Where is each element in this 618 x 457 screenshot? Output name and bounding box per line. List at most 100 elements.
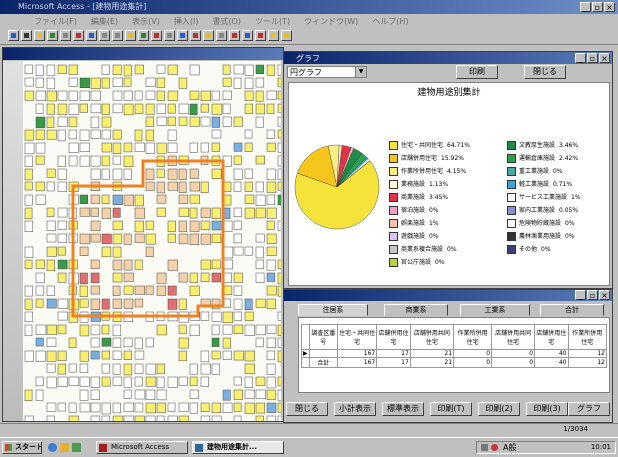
building[interactable] [145, 90, 156, 100]
building[interactable] [255, 90, 264, 102]
building[interactable] [145, 77, 156, 87]
building[interactable] [266, 259, 276, 271]
building[interactable] [211, 402, 221, 414]
building[interactable] [134, 363, 144, 374]
building[interactable] [211, 337, 220, 347]
building[interactable] [35, 129, 45, 140]
building[interactable] [57, 129, 66, 142]
building[interactable] [145, 363, 156, 375]
building[interactable] [211, 259, 221, 270]
building[interactable] [277, 181, 281, 191]
building[interactable] [277, 90, 281, 100]
building[interactable] [123, 77, 132, 87]
table-maximize-button[interactable]: ▫ [587, 290, 598, 300]
building[interactable] [134, 64, 144, 75]
building[interactable] [57, 246, 66, 256]
chart-maximize-button[interactable]: ▫ [587, 53, 598, 63]
building[interactable] [277, 337, 281, 349]
building[interactable] [145, 285, 154, 295]
building[interactable] [134, 402, 144, 413]
building[interactable] [79, 90, 90, 101]
building[interactable] [255, 116, 264, 128]
building[interactable] [57, 259, 68, 270]
building[interactable] [35, 259, 45, 269]
building[interactable] [79, 233, 91, 245]
building[interactable] [222, 337, 232, 349]
building[interactable] [200, 402, 210, 412]
building[interactable] [244, 142, 253, 152]
column-header[interactable]: 店舗併用共同住宅 [491, 324, 536, 350]
row-marker[interactable]: ▶ [301, 349, 310, 358]
menu-item[interactable]: 編集(E) [91, 17, 118, 26]
building[interactable] [266, 324, 277, 334]
building[interactable] [244, 402, 255, 414]
building[interactable] [57, 350, 67, 361]
building[interactable] [112, 259, 123, 271]
building[interactable] [123, 389, 132, 399]
building[interactable] [46, 259, 55, 272]
minimize-button[interactable]: _ [580, 2, 591, 12]
menu-item[interactable]: ウィンドウ(W) [304, 17, 358, 26]
building[interactable] [189, 402, 199, 414]
building[interactable] [35, 389, 44, 401]
building[interactable] [35, 285, 45, 296]
building[interactable] [277, 103, 281, 113]
building[interactable] [101, 103, 110, 116]
building[interactable] [255, 272, 265, 283]
building[interactable] [90, 116, 100, 129]
toolbar-button[interactable] [164, 30, 175, 41]
building[interactable] [57, 402, 66, 412]
building[interactable] [200, 350, 210, 363]
building[interactable] [233, 168, 243, 180]
building[interactable] [189, 194, 200, 204]
building[interactable] [46, 402, 57, 412]
toolbar-button[interactable] [229, 30, 240, 41]
building[interactable] [233, 116, 243, 127]
building[interactable] [112, 155, 122, 165]
building[interactable] [189, 285, 200, 296]
building[interactable] [134, 415, 145, 421]
building[interactable] [200, 207, 211, 218]
building[interactable] [112, 337, 122, 348]
building[interactable] [167, 116, 176, 126]
building[interactable] [255, 155, 266, 165]
building[interactable] [200, 220, 211, 230]
ime-indicator[interactable]: A般 [503, 442, 516, 453]
building[interactable] [57, 311, 69, 321]
building[interactable] [35, 90, 46, 101]
building[interactable] [178, 324, 187, 335]
building[interactable] [123, 298, 134, 309]
building[interactable] [123, 415, 135, 421]
building[interactable] [145, 220, 154, 230]
building[interactable] [46, 337, 57, 347]
building[interactable] [178, 233, 189, 245]
table-action-button[interactable]: 閉じる [286, 402, 328, 416]
building[interactable] [68, 77, 78, 87]
building[interactable] [24, 142, 35, 155]
building[interactable] [57, 324, 67, 335]
toolbar-button[interactable] [242, 30, 253, 41]
building[interactable] [123, 90, 133, 101]
menu-item[interactable]: ファイル(F) [34, 17, 77, 26]
building[interactable] [68, 103, 80, 115]
building[interactable] [35, 298, 44, 308]
building[interactable] [233, 298, 243, 310]
building[interactable] [90, 155, 101, 167]
building[interactable] [277, 285, 281, 297]
data-grid[interactable]: 調査区番号 住宅・共同住宅 店舗併用住宅 店舗併用共同住宅 作業所併用住宅 店舗併用共同住… [298, 317, 610, 393]
building[interactable] [233, 415, 242, 421]
building[interactable] [277, 194, 281, 205]
building[interactable] [24, 350, 34, 362]
building[interactable] [57, 64, 67, 74]
building[interactable] [24, 181, 33, 191]
building[interactable] [244, 90, 254, 101]
toolbar-button[interactable] [151, 30, 162, 41]
column-header[interactable]: 店舗併用住宅 [376, 324, 411, 350]
building[interactable] [35, 116, 46, 129]
building[interactable] [46, 129, 57, 140]
table-action-button[interactable]: グラフ [568, 402, 610, 416]
building[interactable] [101, 415, 110, 421]
building[interactable] [244, 194, 255, 204]
row-name[interactable]: 合計 [308, 357, 339, 368]
building[interactable] [233, 64, 245, 75]
